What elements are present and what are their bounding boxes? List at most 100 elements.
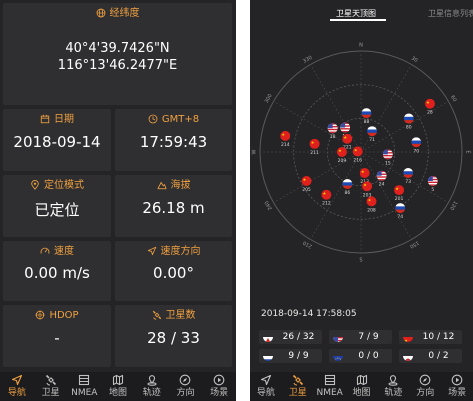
nav-item-2[interactable]: NMEA: [314, 372, 346, 401]
nav-label: NMEA: [316, 388, 343, 398]
usa-flag-icon: [340, 122, 351, 133]
nav-label: 轨迹: [142, 388, 161, 398]
all-flag-icon: [263, 332, 273, 342]
scene-play-icon: [213, 374, 225, 386]
satellite-prn: 208: [367, 207, 376, 213]
time-value: 17:59:43: [139, 133, 208, 151]
satellite-marker[interactable]: 24: [376, 170, 387, 188]
nav-item-1[interactable]: 卫星: [282, 372, 314, 401]
china-flag-icon: [301, 175, 312, 186]
china-flag-icon: [362, 181, 373, 192]
satellite-prn: 28: [427, 110, 433, 116]
compass-icon: [419, 374, 431, 386]
satellite-prn: 214: [281, 142, 290, 148]
azimuth-spoke: [310, 64, 362, 153]
constellation-count-all: 26 / 32: [259, 330, 322, 344]
nav-label: 场景: [448, 388, 467, 398]
satellite-marker[interactable]: 15: [382, 149, 393, 166]
satellite-marker[interactable]: 203: [362, 181, 373, 198]
constellation-count-value: 0 / 2: [428, 351, 449, 361]
satellite-marker[interactable]: 208: [366, 196, 377, 213]
russia-flag-icon: [403, 113, 414, 124]
heading-title: 速度方向: [160, 246, 201, 257]
compass-label: 330: [302, 55, 313, 65]
satellite-marker[interactable]: 73: [403, 167, 414, 185]
tab-satellite-list[interactable]: 卫星信息列表: [428, 8, 473, 19]
usa-flag-icon: [382, 149, 393, 160]
satellite-marker[interactable]: 80: [403, 113, 414, 131]
satellite-marker[interactable]: 28: [424, 98, 435, 116]
nav-label: 导航: [7, 388, 26, 398]
map-icon: [356, 374, 368, 386]
compass-label: 300: [264, 93, 274, 104]
satellite-marker[interactable]: 211: [309, 138, 320, 156]
scene-play-icon: [451, 374, 463, 386]
altitude-value: 26.18 m: [142, 199, 205, 217]
usa-flag-icon: [376, 170, 387, 181]
nav-item-2[interactable]: NMEA: [67, 372, 101, 401]
usa-flag-icon: [427, 176, 438, 187]
satellite-marker[interactable]: 5: [427, 176, 438, 193]
nav-item-5[interactable]: 方向: [409, 372, 441, 401]
satellite-marker[interactable]: 216: [352, 146, 363, 163]
satellite-prn: 205: [302, 187, 311, 193]
nav-item-0[interactable]: 导航: [250, 372, 282, 401]
timezone-title: GMT+8: [161, 114, 200, 125]
china-flag-icon: [309, 138, 320, 149]
nav-item-0[interactable]: 导航: [0, 372, 34, 401]
tab-skyview[interactable]: 卫星天顶图: [336, 8, 376, 19]
nav-item-6[interactable]: 场景: [441, 372, 473, 401]
nav-label: 地图: [352, 388, 371, 398]
satellite-marker[interactable]: 201: [394, 185, 405, 202]
satellite-marker[interactable]: 209: [336, 147, 347, 164]
eu-flag-icon: [333, 351, 343, 361]
satellite-marker[interactable]: 212: [321, 189, 332, 207]
nav-item-1[interactable]: 卫星: [34, 372, 68, 401]
satellite-icon: [152, 310, 161, 320]
date-title: 日期: [54, 114, 74, 125]
latlon-title: 经纬度: [109, 8, 140, 19]
speedometer-icon: [40, 247, 50, 254]
satellite-prn: 73: [405, 179, 411, 185]
satellite-prn: 212: [322, 201, 331, 207]
nav-item-4[interactable]: 轨迹: [377, 372, 409, 401]
satellite-marker[interactable]: 71: [367, 126, 378, 143]
satellite-marker[interactable]: 205: [301, 175, 312, 193]
satellite-marker[interactable]: 70: [411, 137, 422, 154]
russia-flag-icon: [342, 179, 353, 190]
globe-icon: [96, 8, 105, 18]
nav-item-3[interactable]: 地图: [101, 372, 135, 401]
satellite-prn: 70: [413, 148, 419, 154]
speed-title: 速度: [54, 246, 74, 257]
constellation-count-value: 10 / 12: [422, 332, 455, 342]
nav-label: 方向: [176, 388, 195, 398]
compass-label: 60: [449, 94, 457, 103]
satellite-marker[interactable]: 86: [342, 179, 353, 196]
nav-label: 导航: [256, 388, 275, 398]
satellite-prn: 86: [345, 190, 351, 196]
satellite-prn: 15: [385, 160, 391, 166]
nav-item-6[interactable]: 场景: [202, 372, 236, 401]
fix-mode-value: 已定位: [34, 201, 80, 219]
nav-item-4[interactable]: 轨迹: [135, 372, 169, 401]
altitude-card: 海拔 26.18 m: [115, 175, 232, 237]
date-value: 2018-09-14: [13, 133, 101, 151]
nav-item-3[interactable]: 地图: [346, 372, 378, 401]
active-tab-indicator: [330, 19, 386, 21]
clock-icon: [148, 114, 158, 124]
nav-item-5[interactable]: 方向: [169, 372, 203, 401]
china-flag-icon: [424, 98, 435, 109]
satellite-prn: 88: [364, 119, 370, 125]
date-card: 日期 2018-09-14: [3, 109, 111, 171]
usa-flag-icon: [333, 332, 343, 342]
sky-plot[interactable]: N3060E120150S210240W30033088288071701810…: [250, 22, 473, 304]
satellite-marker[interactable]: 88: [361, 108, 372, 125]
constellation-count-russia: 9 / 9: [259, 349, 322, 363]
satellite-prn: 216: [353, 157, 362, 163]
satellite-marker[interactable]: 214: [280, 130, 291, 148]
satellite-marker[interactable]: 74: [395, 203, 406, 220]
hdop-card: HDOP -: [3, 305, 111, 367]
russia-flag-icon: [411, 137, 422, 148]
compass-label: 30: [410, 56, 419, 64]
bottom-navigation: 导航 卫星 NMEA 地图 轨迹 方向 场景: [250, 372, 473, 401]
